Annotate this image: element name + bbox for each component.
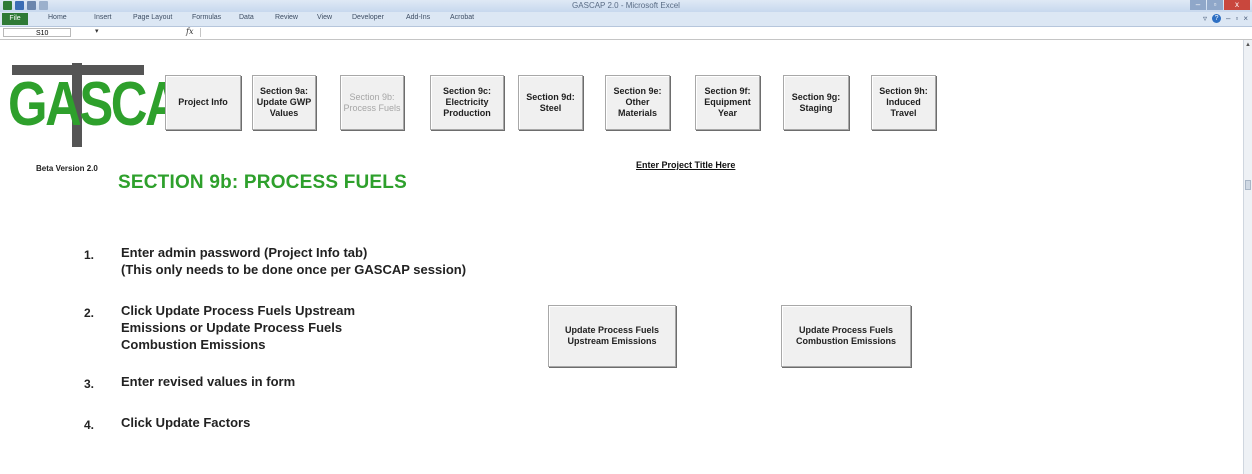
help-icon[interactable]: ? (1212, 14, 1222, 23)
nav-section-9d-button[interactable]: Section 9d: Steel (518, 75, 583, 130)
window-controls: – ▫ x (1189, 0, 1250, 10)
gascap-logo: GASCAP Beta Version 2.0 (8, 63, 213, 173)
close-button[interactable]: x (1224, 0, 1250, 10)
tab-developer[interactable]: Developer (352, 14, 384, 21)
window-minimize-icon[interactable]: – (1226, 14, 1230, 23)
tab-formulas[interactable]: Formulas (192, 14, 221, 21)
formula-input[interactable] (200, 28, 1249, 37)
update-upstream-emissions-button[interactable]: Update Process Fuels Upstream Emissions (548, 305, 676, 367)
window-restore-icon[interactable]: ▫ (1235, 14, 1238, 23)
tab-page-layout[interactable]: Page Layout (133, 14, 172, 21)
window-close-icon[interactable]: × (1243, 14, 1248, 23)
step-number: 2. (84, 306, 95, 320)
tab-review[interactable]: Review (275, 14, 298, 21)
step-number: 1. (84, 248, 95, 262)
insert-function-icon[interactable]: fx (186, 27, 193, 36)
tab-data[interactable]: Data (239, 14, 254, 21)
scroll-thumb[interactable] (1245, 180, 1251, 190)
window-title: GASCAP 2.0 - Microsoft Excel (572, 1, 680, 10)
maximize-button[interactable]: ▫ (1207, 0, 1223, 10)
title-bar: GASCAP 2.0 - Microsoft Excel – ▫ x (0, 0, 1252, 12)
name-box-dropdown-icon[interactable]: ▾ (95, 27, 99, 35)
update-combustion-emissions-button[interactable]: Update Process Fuels Combustion Emission… (781, 305, 911, 367)
step-number: 4. (84, 418, 95, 432)
nav-section-9h-button[interactable]: Section 9h: Induced Travel (871, 75, 936, 130)
tab-home[interactable]: Home (48, 14, 67, 21)
scroll-up-icon[interactable]: ▲ (1244, 42, 1252, 48)
step-text: Click Update Process Fuels Upstream Emis… (121, 303, 356, 352)
nav-section-9c-button[interactable]: Section 9c: Electricity Production (430, 75, 504, 130)
formula-bar: S10 ▾ fx (0, 27, 1252, 40)
ribbon-tabs: File Home Insert Page Layout Formulas Da… (0, 12, 1252, 27)
nav-section-9g-button[interactable]: Section 9g: Staging (783, 75, 849, 130)
nav-section-9f-button[interactable]: Section 9f: Equipment Year (695, 75, 760, 130)
tab-insert[interactable]: Insert (94, 14, 112, 21)
step-text: Click Update Factors (121, 415, 251, 430)
ribbon-minimize-icon[interactable]: ▿ (1203, 14, 1207, 23)
step-text: Enter revised values in form (121, 374, 296, 389)
tab-file[interactable]: File (2, 13, 28, 25)
nav-project-info-button[interactable]: Project Info (165, 75, 241, 130)
minimize-button[interactable]: – (1190, 0, 1206, 10)
step-text: Enter admin password (Project Info tab) … (121, 245, 467, 277)
step-number: 3. (84, 377, 95, 391)
section-title: SECTION 9b: PROCESS FUELS (118, 172, 407, 193)
ribbon-right-icons: ▿ ? – ▫ × (1203, 14, 1248, 23)
nav-section-9a-button[interactable]: Section 9a: Update GWP Values (252, 75, 316, 130)
project-title-link[interactable]: Enter Project Title Here (636, 160, 735, 170)
tab-add-ins[interactable]: Add-Ins (406, 14, 430, 21)
nav-section-9e-button[interactable]: Section 9e: Other Materials (605, 75, 670, 130)
beta-version-label: Beta Version 2.0 (36, 164, 98, 173)
tab-acrobat[interactable]: Acrobat (450, 14, 474, 21)
vertical-scrollbar[interactable]: ▲ (1243, 40, 1252, 474)
name-box[interactable]: S10 (3, 28, 71, 37)
nav-section-9b-button[interactable]: Section 9b: Process Fuels (340, 75, 404, 130)
tab-view[interactable]: View (317, 14, 332, 21)
